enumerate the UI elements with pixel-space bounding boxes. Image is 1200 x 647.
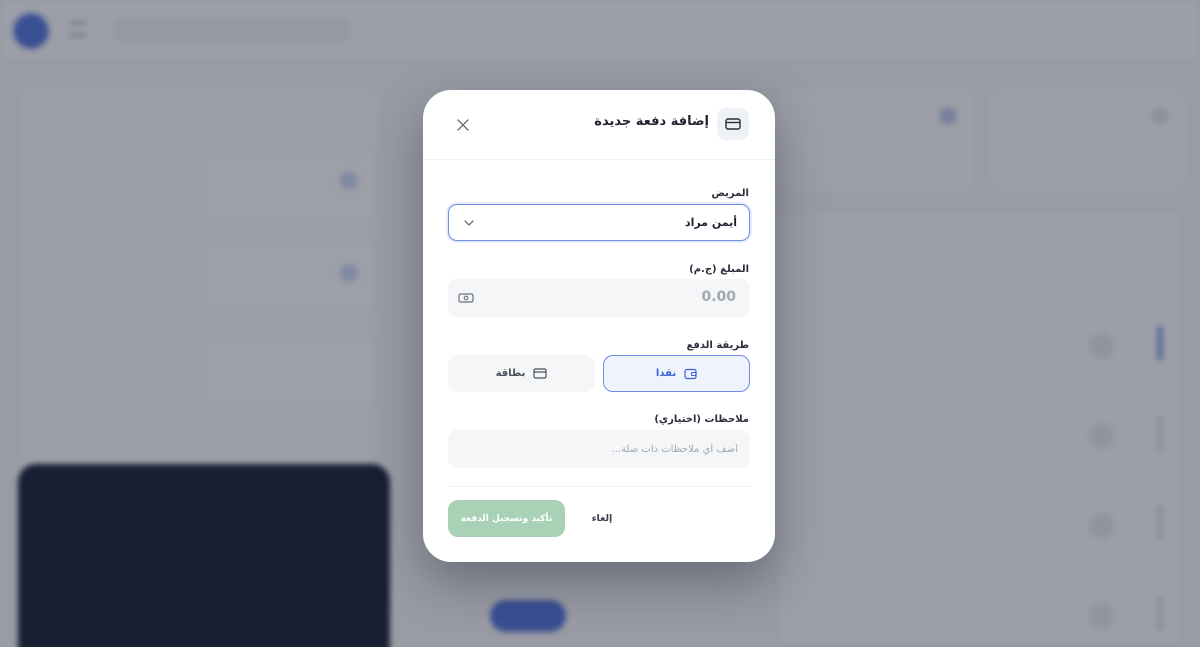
footer-divider: [448, 486, 750, 487]
notes-input[interactable]: [448, 430, 750, 468]
cancel-button[interactable]: إلغاء: [583, 500, 621, 537]
close-icon: [457, 119, 469, 131]
payment-method-card-label: بطاقة: [495, 368, 526, 379]
notes-label: ملاحظات (اختياري): [654, 414, 749, 425]
chevron-down-icon: [464, 220, 474, 226]
credit-card-icon: [533, 368, 548, 379]
patient-label: المريض: [711, 188, 749, 199]
payment-method-cash-label: نقدا: [655, 368, 677, 379]
banknote-icon: [458, 293, 474, 303]
credit-card-icon: [717, 108, 749, 140]
add-payment-modal: إضافة دفعة جديدة المريض أيمن مراد المبلغ…: [423, 90, 775, 562]
patient-select-value: أيمن مراد: [684, 216, 737, 229]
close-button[interactable]: [453, 115, 473, 135]
amount-value: 0.00: [701, 289, 736, 305]
payment-method-label: طريقة الدفع: [686, 340, 749, 351]
modal-header: إضافة دفعة جديدة: [423, 90, 775, 160]
wallet-icon: [684, 368, 697, 379]
modal-title: إضافة دفعة جديدة: [594, 114, 709, 129]
amount-input[interactable]: 0.00: [448, 279, 750, 317]
amount-label: المبلغ (ج.م): [689, 264, 749, 275]
patient-select[interactable]: أيمن مراد: [448, 204, 750, 241]
payment-method-cash[interactable]: نقدا: [603, 355, 750, 392]
payment-method-card[interactable]: بطاقة: [448, 355, 595, 392]
confirm-payment-button[interactable]: تأكيد وتسجيل الدفعة: [448, 500, 565, 537]
